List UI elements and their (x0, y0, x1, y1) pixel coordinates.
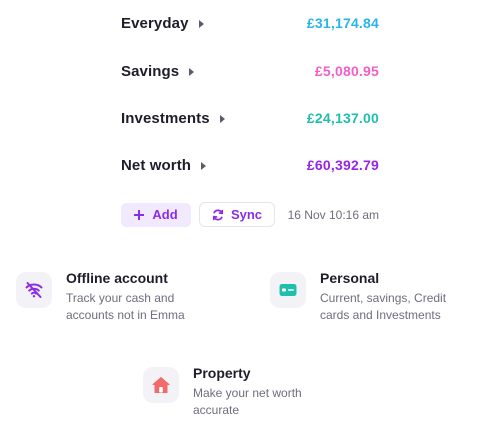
property-desc-line: accurate (193, 403, 240, 417)
personal-description: Current, savings, Credit cards and Inves… (320, 290, 446, 324)
caret-right-icon (219, 114, 225, 123)
plus-icon (134, 209, 145, 220)
property-option[interactable]: Property Make your net worth accurate (143, 365, 302, 419)
account-amount: £31,174.84 (306, 15, 379, 31)
sync-icon (212, 209, 224, 220)
offline-account-desc-line: Track your cash and (66, 291, 175, 305)
account-label: Investments (121, 109, 210, 127)
sync-button-label: Sync (230, 207, 263, 222)
add-button-label: Add (152, 207, 178, 222)
personal-title: Personal (320, 270, 380, 286)
last-synced-time: 16 Nov 10:16 am (287, 207, 379, 222)
account-label: Everyday (121, 14, 189, 32)
add-button[interactable]: Add (121, 202, 191, 227)
offline-account-option[interactable]: Offline account Track your cash and acco… (16, 270, 185, 324)
personal-desc-line: cards and Investments (320, 308, 441, 322)
sync-button[interactable]: Sync (199, 202, 275, 227)
offline-account-title: Offline account (66, 270, 168, 286)
house-icon (152, 377, 170, 393)
offline-account-desc-line: accounts not in Emma (66, 308, 185, 322)
property-title: Property (193, 365, 251, 381)
property-desc-line: Make your net worth (193, 386, 302, 400)
personal-desc-line: Current, savings, Credit (320, 291, 447, 305)
account-amount: £5,080.95 (314, 63, 379, 79)
offline-account-description: Track your cash and accounts not in Emma (66, 290, 185, 324)
caret-right-icon (198, 19, 204, 28)
personal-icon-tile (270, 272, 306, 308)
account-amount: £24,137.00 (306, 110, 379, 126)
account-label: Savings (121, 62, 180, 80)
actions-bar: Add Sync 16 Nov 10:16 am (121, 202, 379, 227)
caret-right-icon (201, 161, 207, 170)
property-icon-tile (143, 367, 179, 403)
account-row-net-worth[interactable]: Net worth £60,392.79 (121, 153, 379, 177)
account-row-savings[interactable]: Savings £5,080.95 (121, 59, 379, 83)
account-label: Net worth (121, 156, 192, 174)
caret-right-icon (189, 67, 195, 76)
property-description: Make your net worth accurate (193, 385, 302, 419)
card-icon (279, 284, 297, 296)
account-row-everyday[interactable]: Everyday £31,174.84 (121, 11, 379, 35)
account-row-investments[interactable]: Investments £24,137.00 (121, 106, 379, 130)
personal-option[interactable]: Personal Current, savings, Credit cards … (270, 270, 446, 324)
offline-account-icon-tile (16, 272, 52, 308)
account-amount: £60,392.79 (306, 157, 379, 173)
wifi-off-icon (25, 282, 43, 298)
